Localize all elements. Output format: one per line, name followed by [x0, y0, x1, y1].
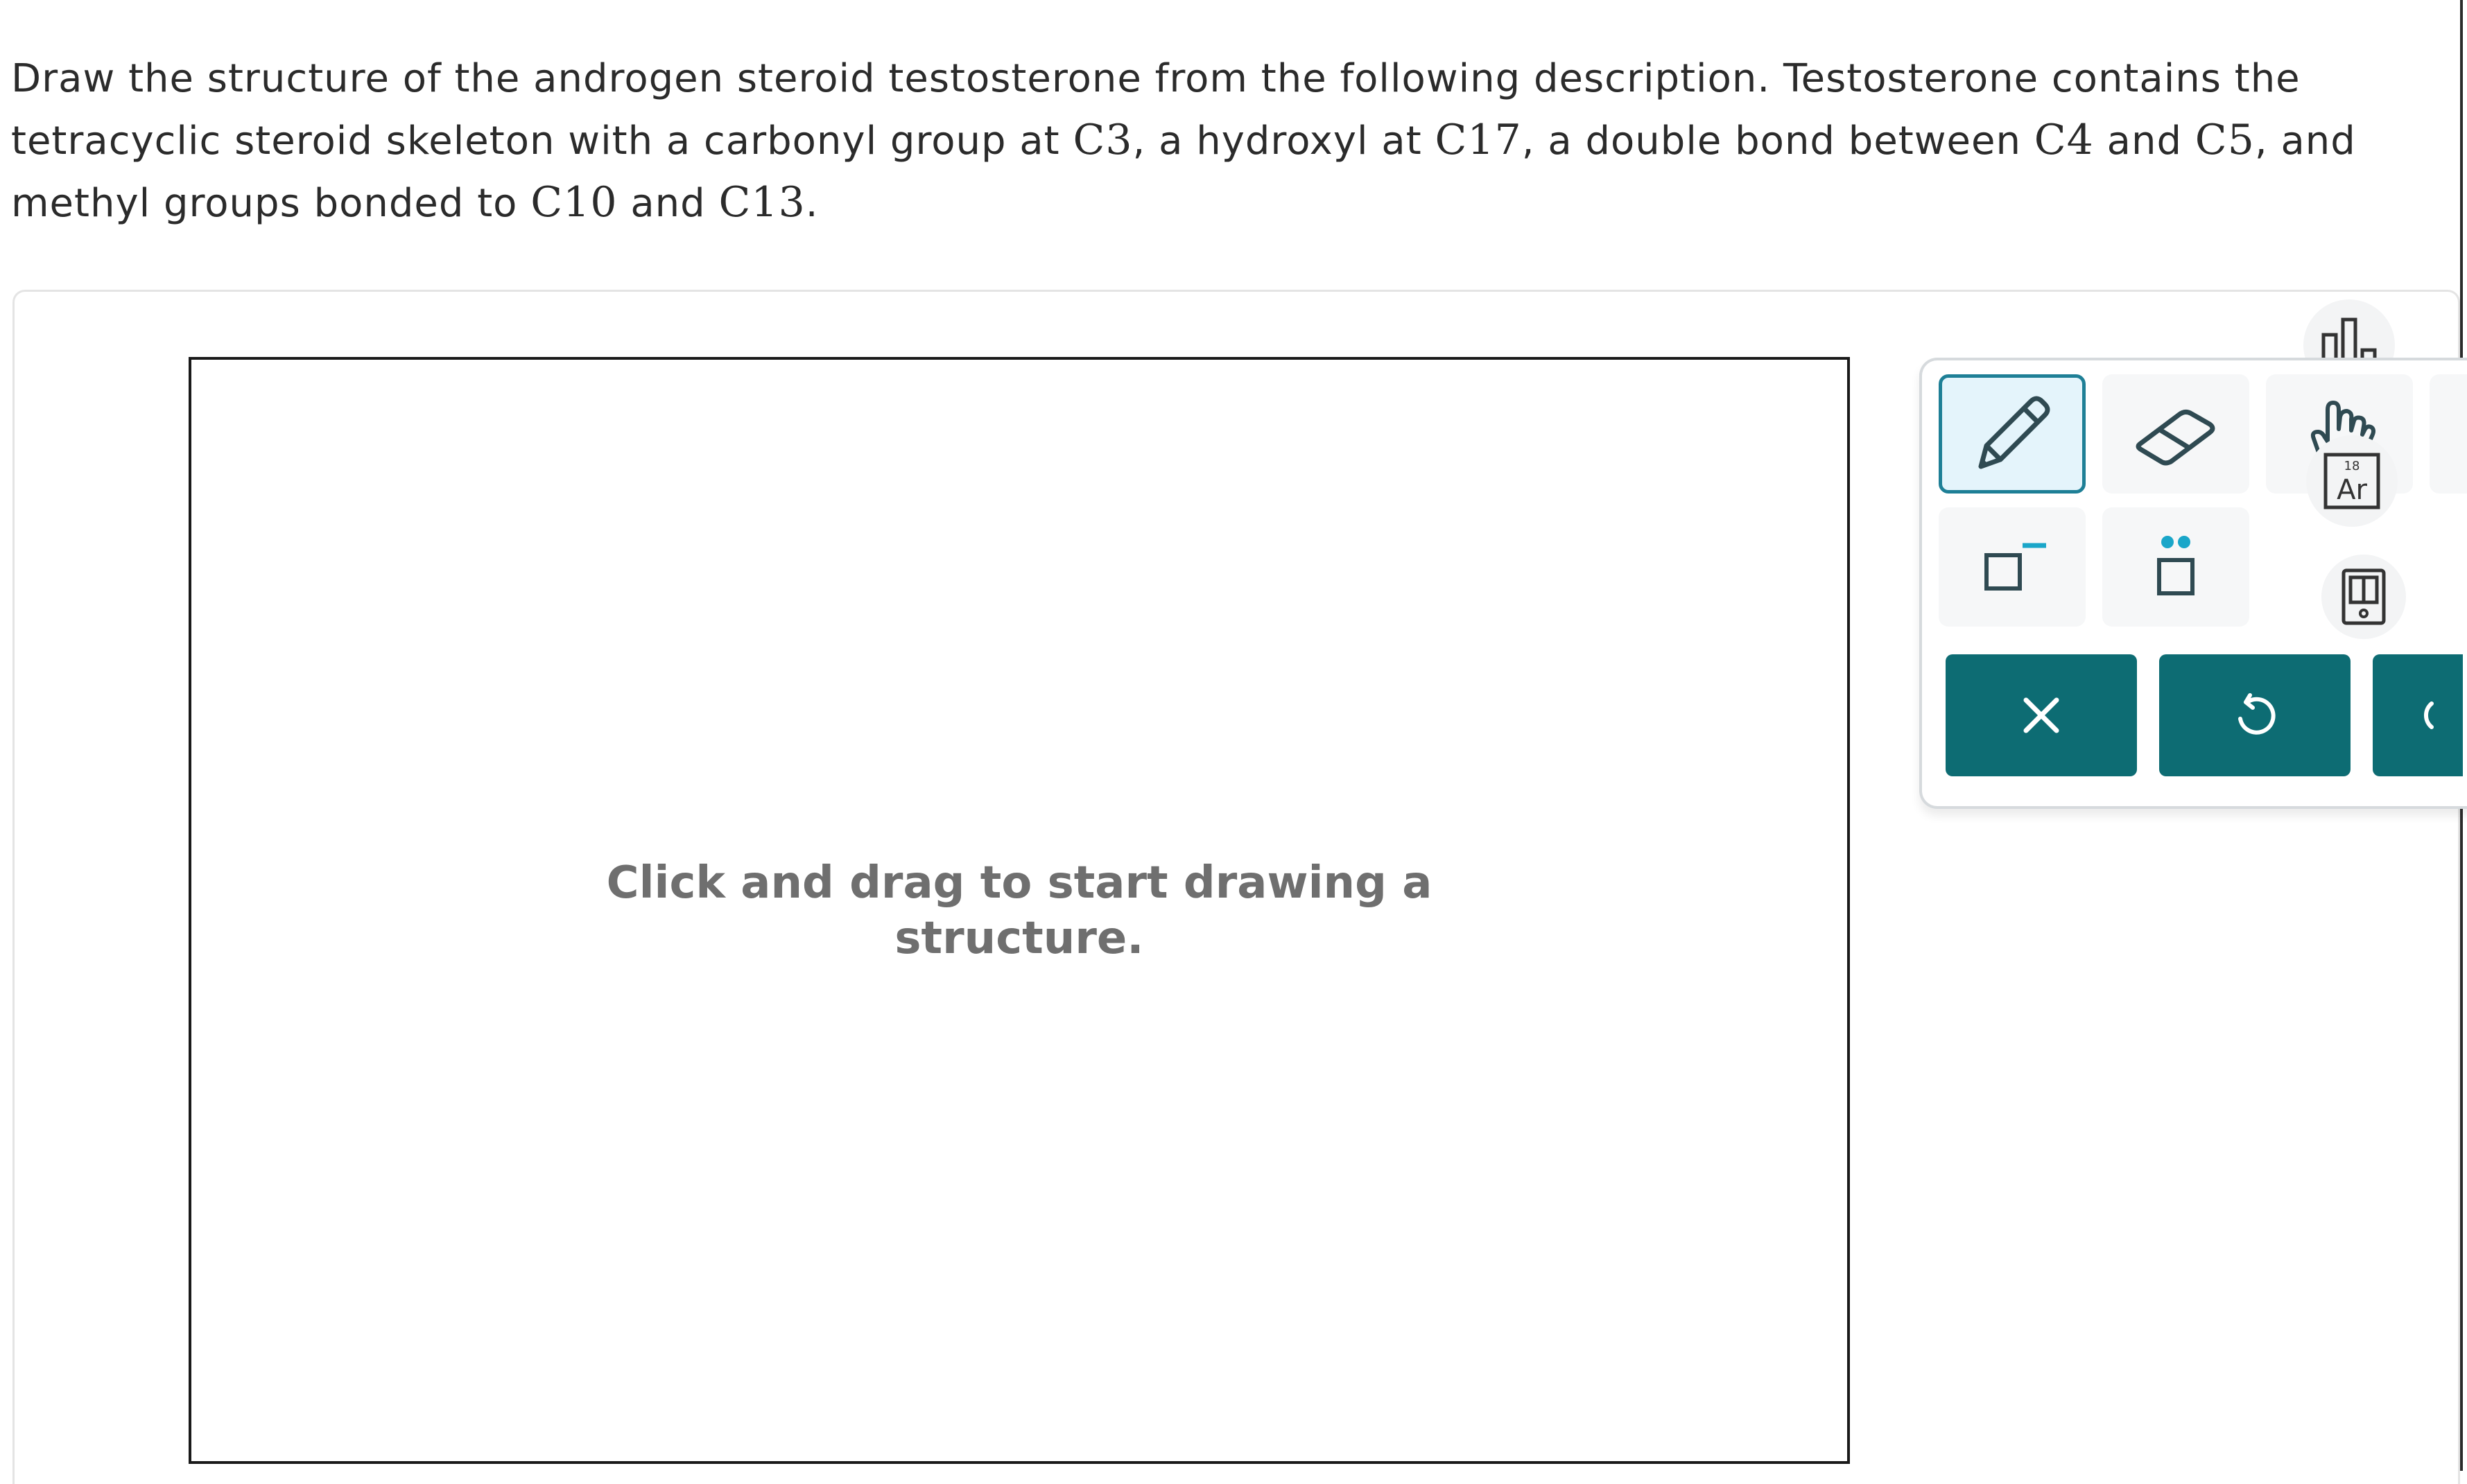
- svg-text:18: 18: [2344, 459, 2360, 473]
- periodic-table-button[interactable]: 18 Ar: [2306, 435, 2398, 527]
- question-text: Draw the structure of the androgen stero…: [11, 56, 2356, 227]
- charge-icon: [1984, 543, 2046, 591]
- lone-pair-icon: [2157, 536, 2195, 595]
- clear-button[interactable]: [1946, 654, 2137, 776]
- canvas-hint: Click and drag to start drawing a struct…: [606, 857, 1432, 964]
- label-c10: C10: [530, 178, 618, 227]
- undo-button[interactable]: [2159, 654, 2351, 776]
- label-c13: C13: [718, 178, 806, 227]
- drawing-canvas[interactable]: Click and drag to start drawing a struct…: [189, 357, 1850, 1464]
- redo-icon: [2423, 701, 2434, 729]
- redo-button[interactable]: [2373, 654, 2463, 776]
- undo-icon: [2238, 693, 2276, 735]
- label-c17: C17: [1435, 116, 1522, 164]
- calculator-icon: [2342, 568, 2386, 625]
- eraser-icon: [2136, 409, 2215, 466]
- calculator-button[interactable]: [2321, 555, 2406, 639]
- label-c3: C3: [1073, 116, 1133, 164]
- periodic-table-icon: 18 Ar: [2323, 453, 2380, 509]
- label-c5: C5: [2195, 116, 2255, 164]
- pencil-tool[interactable]: [1939, 374, 2086, 494]
- label-c4: C4: [2034, 116, 2094, 164]
- lone-pair-tool[interactable]: [2102, 507, 2249, 627]
- pencil-icon: [1978, 396, 2050, 469]
- charge-tool[interactable]: [1939, 507, 2086, 627]
- eraser-tool[interactable]: [2102, 374, 2249, 494]
- partial-tool[interactable]: [2430, 374, 2467, 494]
- close-icon: [2023, 697, 2059, 733]
- svg-text:Ar: Ar: [2337, 474, 2367, 506]
